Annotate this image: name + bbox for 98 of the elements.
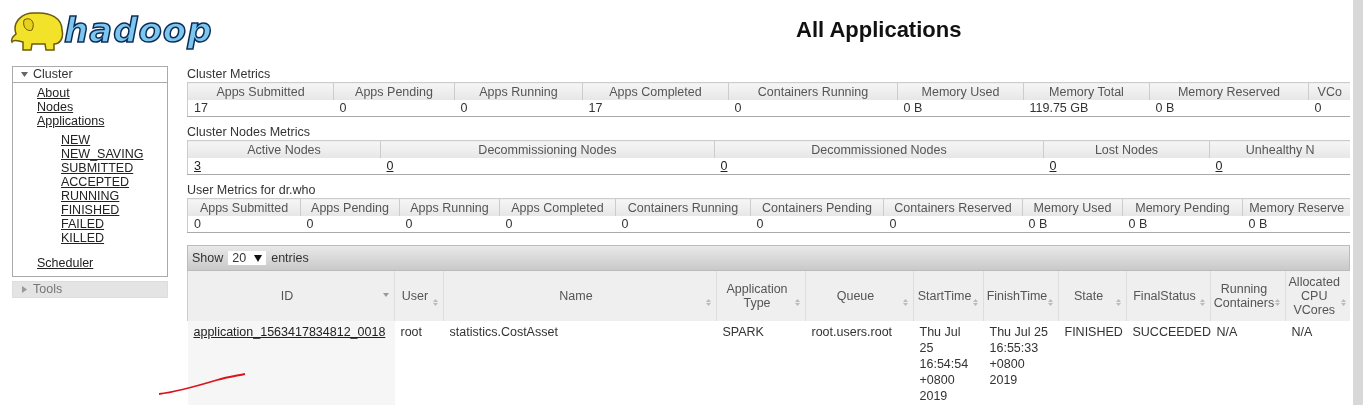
logo-text: hadoop: [64, 10, 213, 50]
section-label: Cluster: [33, 67, 73, 82]
section-title: User Metrics for dr.who: [187, 182, 317, 198]
sortable-column-header[interactable]: FinalStatus: [1126, 271, 1211, 321]
metric-link[interactable]: 0: [1215, 159, 1223, 173]
sidebar-link[interactable]: RUNNING: [61, 189, 120, 203]
section-label: Tools: [33, 282, 63, 297]
sortable-column-header[interactable]: Running Containers: [1210, 271, 1286, 321]
column-header: Apps Running: [399, 198, 500, 216]
sidebar-link[interactable]: SUBMITTED: [61, 161, 134, 175]
table-cell: SPARK: [716, 321, 806, 405]
metric-link[interactable]: 0: [720, 159, 728, 173]
column-header: VCo: [1308, 82, 1350, 100]
sortable-column-header[interactable]: Allocated CPU VCores: [1285, 271, 1350, 321]
table-cell: 0: [499, 216, 616, 233]
sidebar-link[interactable]: FAILED: [61, 217, 105, 231]
table-cell: SUCCEEDED: [1126, 321, 1211, 405]
table-cell: root: [394, 321, 444, 405]
table-cell: 0: [750, 216, 884, 233]
sidebar-link[interactable]: About: [37, 86, 70, 100]
sidebar-link[interactable]: FINISHED: [61, 203, 120, 217]
sidebar-section-header[interactable]: Tools: [13, 282, 167, 297]
table-cell: N/A: [1285, 321, 1350, 405]
metric-link[interactable]: 0: [386, 159, 394, 173]
column-header: Containers Running: [728, 82, 898, 100]
column-header: Apps Pending: [333, 82, 455, 100]
scrollbar[interactable]: [1353, 0, 1363, 405]
table-cell: 0: [1308, 100, 1350, 117]
table-cell: 0: [187, 216, 301, 233]
sidebar-link[interactable]: Scheduler: [37, 256, 94, 270]
sortable-column-header[interactable]: State: [1058, 271, 1127, 321]
column-header: Apps Running: [454, 82, 583, 100]
table-cell: 0: [454, 100, 583, 117]
column-header: Active Nodes: [187, 140, 381, 158]
table-cell: 0: [399, 216, 500, 233]
show-label: Show: [192, 251, 224, 265]
table-cell: 0 B: [1022, 216, 1123, 233]
table-cell: 0 B: [897, 100, 1024, 117]
metric-link[interactable]: 3: [194, 159, 201, 173]
section-title: Cluster Metrics: [187, 66, 272, 82]
table-cell: Thu Jul 25 16:55:33 +0800 2019: [983, 321, 1059, 405]
table-cell: 0: [728, 100, 898, 117]
column-header: Memory Used: [1022, 198, 1123, 216]
column-header: Apps Pending: [300, 198, 400, 216]
table-cell: 0: [883, 216, 1023, 233]
column-header: Memory Used: [897, 82, 1024, 100]
sidebar-link[interactable]: ACCEPTED: [61, 175, 130, 189]
sidebar-section-header[interactable]: Cluster: [13, 67, 167, 83]
column-header: Containers Running: [615, 198, 751, 216]
table-cell: 0: [300, 216, 400, 233]
column-header: Containers Pending: [750, 198, 884, 216]
column-header: Decommissioning Nodes: [380, 140, 715, 158]
caret-icon: [21, 71, 28, 78]
sidebar-link[interactable]: NEW: [61, 133, 91, 147]
table-cell: 0: [333, 100, 455, 117]
sortable-column-header[interactable]: ID: [187, 271, 395, 321]
column-header: Memory Pending: [1122, 198, 1243, 216]
sidebar-link[interactable]: KILLED: [61, 231, 105, 245]
table-cell: 0 B: [1149, 100, 1309, 117]
entries-label: entries: [271, 251, 309, 265]
table-cell: 0 B: [1122, 216, 1243, 233]
metric-link[interactable]: 0: [1049, 159, 1057, 173]
sortable-column-header[interactable]: Application Type: [716, 271, 806, 321]
column-header: Containers Reserved: [883, 198, 1023, 216]
section-title: Cluster Nodes Metrics: [187, 124, 311, 140]
column-header: Lost Nodes: [1043, 140, 1210, 158]
application-link[interactable]: application_1563417834812_0018: [193, 325, 386, 339]
sidebar-link[interactable]: Applications: [37, 114, 105, 128]
dropdown-arrow-icon: [254, 254, 263, 262]
table-cell: N/A: [1210, 321, 1286, 405]
table-cell: 0 B: [1242, 216, 1350, 233]
table-cell: statistics.CostAsset: [443, 321, 717, 405]
table-cell: 0: [615, 216, 751, 233]
table-cell: 17: [187, 100, 334, 117]
column-header: Memory Reserve: [1242, 198, 1350, 216]
page-size-select[interactable]: 20: [228, 251, 267, 265]
table-cell: 17: [582, 100, 729, 117]
sortable-column-header[interactable]: FinishTime: [983, 271, 1059, 321]
column-header: Apps Completed: [499, 198, 616, 216]
column-header: Apps Submitted: [187, 82, 334, 100]
column-header: Apps Completed: [582, 82, 729, 100]
sortable-column-header[interactable]: Name: [443, 271, 717, 321]
column-header: Apps Submitted: [187, 198, 301, 216]
sortable-column-header[interactable]: StartTime: [913, 271, 984, 321]
table-cell: root.users.root: [805, 321, 914, 405]
page-title: All Applications: [796, 17, 962, 43]
column-header: Memory Total: [1023, 82, 1150, 100]
sidebar-link[interactable]: NEW_SAVING: [61, 147, 144, 161]
column-header: Decommissioned Nodes: [714, 140, 1044, 158]
sortable-column-header[interactable]: Queue: [805, 271, 914, 321]
caret-icon: [21, 286, 28, 293]
table-cell: Thu Jul 25 16:54:54 +0800 2019: [913, 321, 984, 405]
column-header: Unhealthy N: [1209, 140, 1350, 158]
column-header: Memory Reserved: [1149, 82, 1309, 100]
table-cell: FINISHED: [1058, 321, 1127, 405]
table-cell: 119.75 GB: [1023, 100, 1150, 117]
sidebar-link[interactable]: Nodes: [37, 100, 74, 114]
sortable-column-header[interactable]: User: [394, 271, 444, 321]
